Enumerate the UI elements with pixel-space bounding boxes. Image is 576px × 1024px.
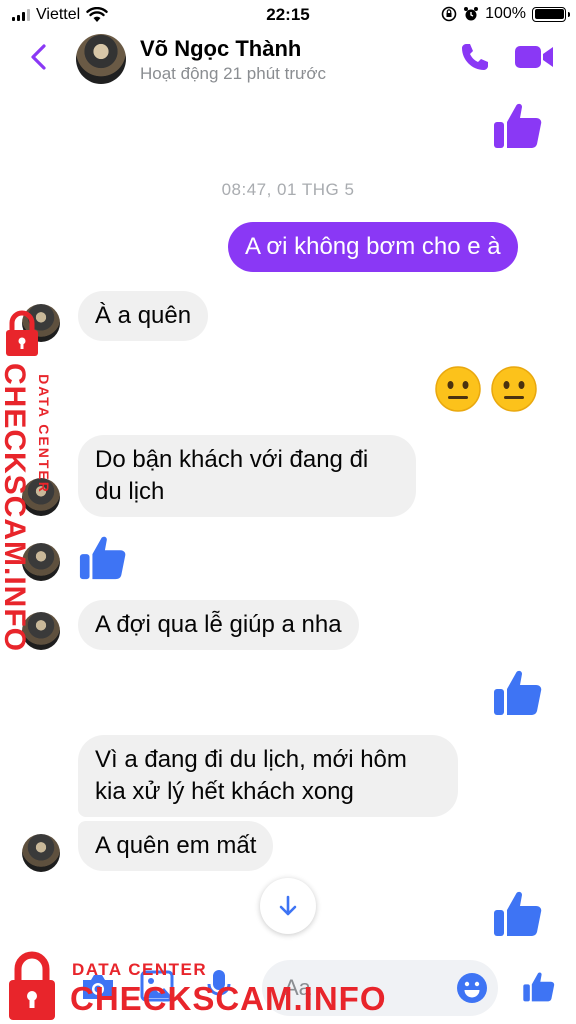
message-text: A ơi không bơm cho e à — [245, 233, 501, 260]
contact-status: Hoạt động 21 phút trước — [140, 64, 327, 83]
battery-icon — [532, 6, 570, 22]
thumbs-up-icon[interactable] — [522, 970, 556, 1004]
message-bubble-incoming[interactable]: A đợi qua lễ giúp a nha — [78, 600, 359, 650]
sender-avatar[interactable] — [22, 834, 60, 872]
microphone-icon[interactable] — [206, 968, 232, 1004]
contact-avatar[interactable] — [76, 34, 126, 84]
watermark-side: DATA CENTER CHECKSCAM.INFO — [0, 308, 64, 652]
back-chevron-icon[interactable] — [22, 40, 56, 74]
scroll-to-bottom-button[interactable] — [260, 878, 316, 934]
message-text: Do bận khách với đang đi du lịch — [95, 446, 369, 505]
conversation-timestamp: 08:47, 01 THG 5 — [221, 180, 355, 199]
message-bubble-incoming[interactable]: À a quên — [78, 291, 209, 341]
neutral-face-emoji — [491, 366, 537, 412]
arrow-down-icon — [279, 895, 297, 916]
status-bar: Viettel 22:15 100% — [0, 0, 576, 30]
thumbs-up-icon — [494, 103, 542, 148]
message-text: Vì a đang đi du lịch, mới hôm kia xử lý … — [95, 746, 407, 805]
message-input-placeholder: Aa — [284, 975, 311, 1000]
emoji-icon[interactable] — [456, 972, 488, 1004]
status-indicators: 100% — [441, 5, 570, 23]
watermark-brand: CHECKSCAM.INFO — [0, 363, 31, 652]
message-text: A đợi qua lễ giúp a nha — [95, 611, 342, 638]
message-bubble-incoming[interactable]: A quên em mất — [78, 821, 274, 871]
thumbs-up-icon — [79, 536, 126, 580]
message-bubble-incoming[interactable]: Do bận khách với đang đi du lịch — [78, 435, 416, 517]
watermark-subtitle: DATA CENTER — [36, 374, 52, 494]
message-bubble-incoming[interactable]: Vì a đang đi du lịch, mới hôm kia xử lý … — [78, 735, 458, 817]
neutral-face-emoji — [435, 366, 481, 412]
orientation-lock-icon — [441, 6, 457, 22]
message-composer: Aa — [0, 948, 576, 1024]
camera-icon[interactable] — [80, 972, 116, 1002]
phone-icon[interactable] — [458, 40, 492, 74]
message-text: A quên em mất — [95, 832, 257, 859]
message-input[interactable]: Aa — [262, 960, 498, 1016]
message-text: À a quên — [95, 302, 192, 329]
video-camera-icon[interactable] — [514, 42, 554, 72]
image-icon[interactable] — [140, 970, 174, 1002]
thumbs-up-icon — [494, 891, 542, 936]
message-bubble-outgoing[interactable]: A ơi không bơm cho e à — [228, 222, 518, 272]
battery-percent: 100% — [485, 5, 526, 22]
padlock-icon — [6, 310, 38, 356]
thumbs-up-icon — [494, 670, 542, 715]
chat-header: Võ Ngọc Thành Hoạt động 21 phút trước — [0, 28, 576, 94]
alarm-icon — [464, 7, 479, 21]
contact-name[interactable]: Võ Ngọc Thành — [140, 36, 301, 62]
